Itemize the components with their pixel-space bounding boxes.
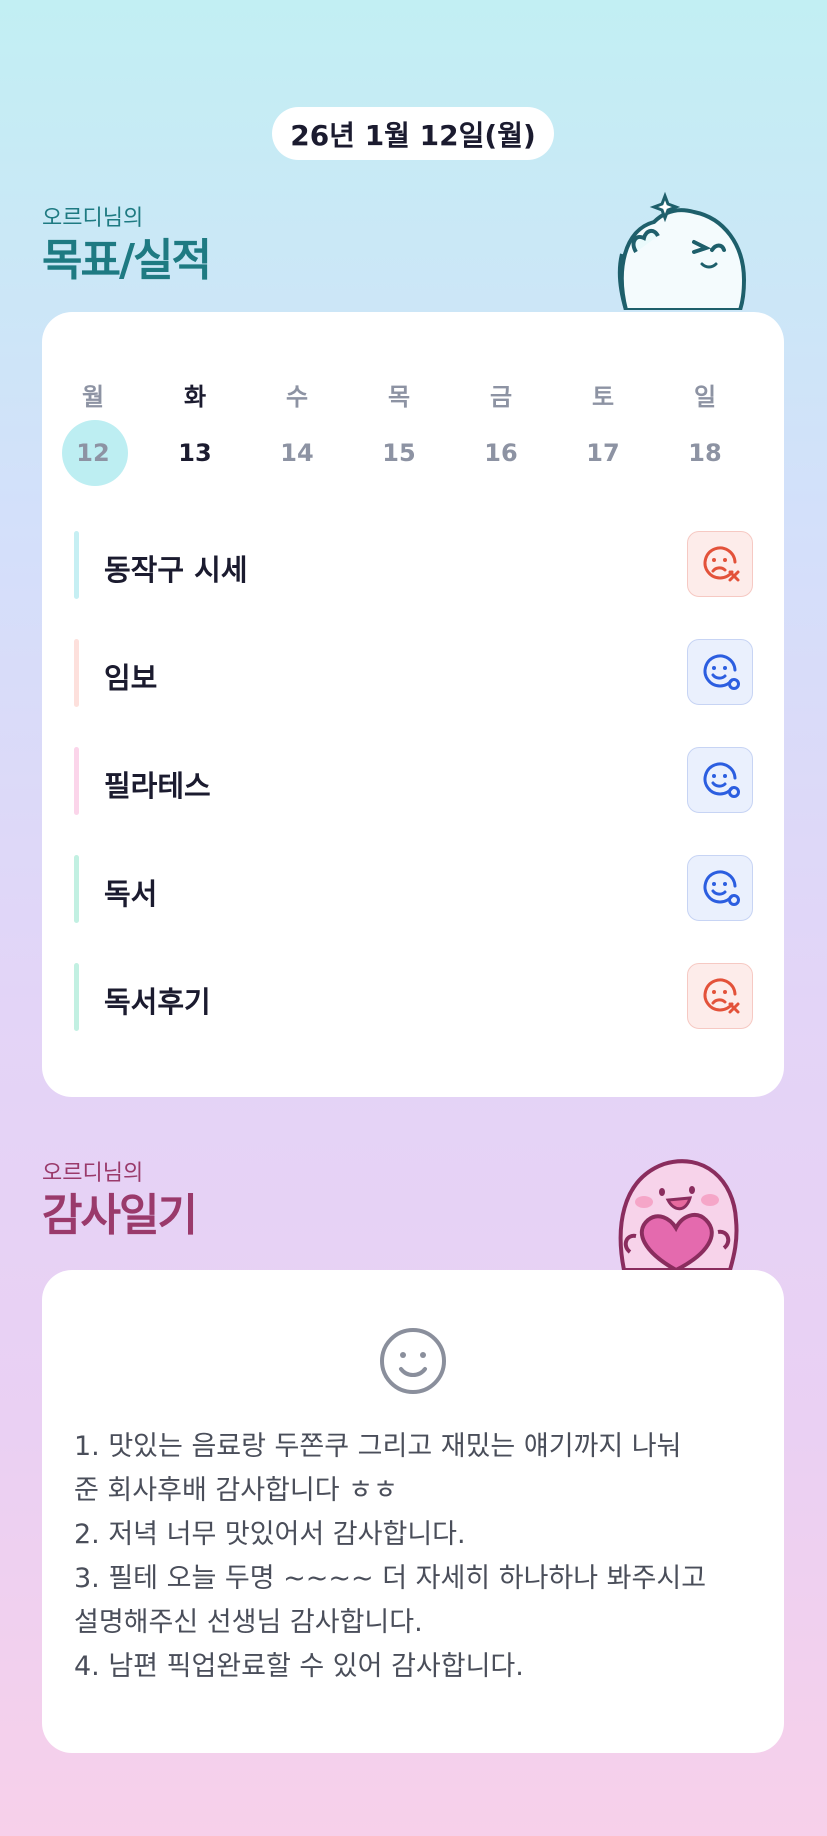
gratitude-line: 준 회사후배 감사합니다 ㅎㅎ <box>74 1475 398 1506</box>
weekday-label: 토 <box>591 383 615 411</box>
date-cell[interactable]: 16 <box>450 420 552 486</box>
date-pill[interactable]: 26년 1월 12일(월) <box>272 107 554 160</box>
goal-color-bar <box>74 531 79 599</box>
weekday-label: 월 <box>81 383 105 411</box>
goal-name: 독서후기 <box>104 985 211 1019</box>
smile-face-o-icon <box>703 870 740 906</box>
goal-color-bar <box>74 747 79 815</box>
goal-row[interactable]: 임보 <box>74 639 754 707</box>
goal-status-fail-button[interactable] <box>687 531 753 597</box>
gratitude-line: 3. 필테 오늘 두명 ~~~~ 더 자세히 하나하나 봐주시고 <box>74 1563 707 1594</box>
goal-color-bar <box>74 963 79 1031</box>
gratitude-card: 1. 맛있는 음료랑 두쫀쿠 그리고 재밌는 얘기까지 나눠 준 회사후배 감사… <box>42 1270 784 1753</box>
goal-row[interactable]: 독서후기 <box>74 963 754 1031</box>
goal-status-fail-button[interactable] <box>687 963 753 1029</box>
goal-name: 독서 <box>104 877 158 911</box>
smile-icon <box>380 1328 446 1394</box>
gratitude-line: 2. 저녁 너무 맛있어서 감사합니다. <box>74 1519 466 1550</box>
weekday-label: 일 <box>693 383 717 411</box>
goal-row[interactable]: 독서 <box>74 855 754 923</box>
goal-status-ok-button[interactable] <box>687 747 753 813</box>
date-cell-selected[interactable]: 12 <box>42 420 144 486</box>
gratitude-text: 1. 맛있는 음료랑 두쫀쿠 그리고 재밌는 얘기까지 나눠 준 회사후배 감사… <box>74 1425 754 1689</box>
goals-card: 월 화 수 목 금 토 일 12 13 14 15 16 17 18 동작구 시… <box>42 312 784 1097</box>
goal-row[interactable]: 동작구 시세 <box>74 531 754 599</box>
ghost-mascot-icon <box>617 191 747 310</box>
sad-face-x-icon <box>703 546 740 582</box>
smile-face-o-icon <box>703 654 740 690</box>
weekday-label: 금 <box>489 383 513 411</box>
date-cell[interactable]: 13 <box>144 420 246 486</box>
date-cell[interactable]: 15 <box>348 420 450 486</box>
gratitude-line: 설명해주신 선생님 감사합니다. <box>74 1607 423 1638</box>
gratitude-line: 1. 맛있는 음료랑 두쫀쿠 그리고 재밌는 얘기까지 나눠 <box>74 1431 682 1462</box>
week-dates: 12 13 14 15 16 17 18 <box>42 420 784 486</box>
goals-section-title: 목표/실적 <box>42 235 212 286</box>
smile-face-o-icon <box>703 762 740 798</box>
goal-status-ok-button[interactable] <box>687 639 753 705</box>
goal-status-ok-button[interactable] <box>687 855 753 921</box>
weekday-header: 월 화 수 목 금 토 일 <box>42 377 784 412</box>
weekday-label: 수 <box>285 383 309 411</box>
date-cell[interactable]: 17 <box>552 420 654 486</box>
heart-mascot-icon <box>618 1159 739 1270</box>
goal-color-bar <box>74 639 79 707</box>
sad-face-x-icon <box>703 978 740 1014</box>
weekday-label: 목 <box>387 383 411 411</box>
date-cell[interactable]: 18 <box>654 420 756 486</box>
goal-name: 동작구 시세 <box>104 553 248 587</box>
goal-color-bar <box>74 855 79 923</box>
goal-name: 임보 <box>104 661 158 695</box>
date-cell[interactable]: 14 <box>246 420 348 486</box>
goal-name: 필라테스 <box>104 769 211 803</box>
goal-row[interactable]: 필라테스 <box>74 747 754 815</box>
weekday-label: 화 <box>183 383 207 411</box>
gratitude-line: 4. 남편 픽업완료할 수 있어 감사합니다. <box>74 1651 524 1682</box>
gratitude-section-title: 감사일기 <box>42 1190 198 1241</box>
